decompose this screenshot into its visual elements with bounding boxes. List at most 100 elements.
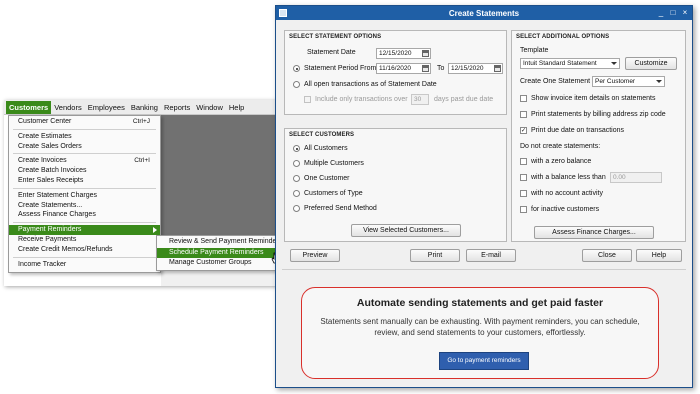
menu-item-enter-statement-charges[interactable]: Enter Statement Charges: [9, 191, 160, 201]
overdue-checkbox[interactable]: [304, 96, 311, 103]
overdue-suffix: days past due date: [434, 96, 494, 103]
menu-item-income-tracker[interactable]: Income Tracker: [9, 260, 160, 270]
preferred-send-method-radio[interactable]: [293, 205, 300, 212]
preview-button[interactable]: Preview: [290, 249, 340, 262]
balance-less-than-checkbox[interactable]: [520, 174, 527, 181]
customize-button[interactable]: Customize: [625, 57, 677, 70]
calendar-icon[interactable]: [422, 50, 429, 57]
calendar-icon[interactable]: [422, 65, 429, 72]
workspace-background: [161, 115, 280, 240]
print-button[interactable]: Print: [410, 249, 460, 262]
menu-item-create-batch-invoices[interactable]: Create Batch Invoices: [9, 166, 160, 176]
menu-item-receive-payments[interactable]: Receive Payments: [9, 235, 160, 245]
menu-help[interactable]: Help: [226, 101, 247, 114]
menu-reports[interactable]: Reports: [161, 101, 193, 114]
open-transactions-label: All open transactions as of Statement Da…: [304, 81, 437, 88]
to-label: To: [437, 65, 445, 72]
window-title: Create Statements: [448, 8, 520, 18]
preferred-send-method-label: Preferred Send Method: [304, 205, 377, 212]
promo-heading: Automate sending statements and get paid…: [356, 297, 604, 309]
submenu-item-review-send[interactable]: Review & Send Payment Reminders: [157, 237, 282, 248]
menu-item-label: Create Credit Memos/Refunds: [18, 245, 113, 253]
period-radio[interactable]: [293, 65, 300, 72]
help-button[interactable]: Help: [636, 249, 682, 262]
menu-item-label: Assess Finance Charges: [18, 211, 96, 219]
zero-balance-checkbox[interactable]: [520, 158, 527, 165]
show-item-details-label: Show invoice item details on statements: [531, 95, 656, 102]
additional-options-panel: SELECT ADDITIONAL OPTIONS Template Intui…: [511, 30, 686, 242]
view-selected-customers-button[interactable]: View Selected Customers...: [351, 224, 461, 237]
menu-divider: [13, 187, 156, 189]
maximize-icon[interactable]: □: [668, 8, 678, 18]
field-value: 11/16/2020: [379, 65, 412, 72]
template-label: Template: [520, 47, 549, 54]
menu-item-payment-reminders[interactable]: Payment Reminders: [9, 225, 160, 235]
menu-customers[interactable]: Customers: [6, 100, 52, 114]
template-select[interactable]: Intuit Standard Statement: [520, 58, 620, 69]
minimize-icon[interactable]: _: [656, 8, 666, 18]
one-statement-select[interactable]: Per Customer: [592, 76, 665, 87]
payment-reminders-submenu: Review & Send Payment Reminders Schedule…: [156, 235, 282, 271]
one-customer-radio[interactable]: [293, 175, 300, 182]
inactive-customers-checkbox[interactable]: [520, 206, 527, 213]
submenu-item-schedule[interactable]: Schedule Payment Reminders: [157, 247, 281, 258]
period-label: Statement Period From: [304, 65, 377, 72]
promo-body: Statements sent manually can be exhausti…: [320, 317, 640, 337]
menu-item-label: Enter Sales Receipts: [18, 176, 84, 184]
menu-item-label: Income Tracker: [18, 260, 67, 268]
menu-item-label: Create Statements...: [18, 201, 83, 209]
go-to-payment-reminders-button[interactable]: Go to payment reminders: [439, 352, 529, 370]
submenu-item-manage-groups[interactable]: Manage Customer Groups: [157, 258, 281, 269]
menu-item-label: Create Estimates: [18, 132, 72, 140]
statement-date-label: Statement Date: [307, 49, 356, 56]
balance-less-than-label: with a balance less than: [531, 174, 606, 181]
menu-item-create-statements[interactable]: Create Statements...: [9, 201, 160, 211]
assess-finance-charges-button[interactable]: Assess Finance Charges...: [534, 226, 654, 239]
period-to-field[interactable]: 12/15/2020: [448, 63, 503, 74]
menu-item-label: Create Invoices: [18, 157, 67, 165]
menu-item-customer-center[interactable]: Customer Center Ctrl+J: [9, 117, 160, 127]
zip-code-checkbox[interactable]: [520, 111, 527, 118]
payment-reminders-promo: Automate sending statements and get paid…: [301, 287, 659, 379]
menu-item-label: Create Sales Orders: [18, 142, 82, 150]
no-activity-checkbox[interactable]: [520, 190, 527, 197]
title-bar: Create Statements _ □ ×: [276, 6, 692, 20]
close-icon[interactable]: ×: [680, 8, 690, 18]
open-transactions-radio[interactable]: [293, 81, 300, 88]
calendar-icon[interactable]: [494, 65, 501, 72]
show-item-details-checkbox[interactable]: [520, 95, 527, 102]
statement-date-field[interactable]: 12/15/2020: [376, 48, 431, 59]
inactive-customers-label: for inactive customers: [531, 206, 600, 213]
menu-item-create-invoices[interactable]: Create Invoices Ctrl+I: [9, 156, 160, 166]
due-date-checkbox[interactable]: ✓: [520, 127, 527, 134]
statement-options-panel: SELECT STATEMENT OPTIONS Statement Date …: [284, 30, 507, 115]
menu-banking[interactable]: Banking: [128, 101, 161, 114]
menu-divider: [13, 222, 156, 224]
zip-code-label: Print statements by billing address zip …: [531, 111, 666, 118]
window-app-icon: [279, 9, 287, 17]
menu-item-enter-sales-receipts[interactable]: Enter Sales Receipts: [9, 176, 160, 186]
menu-item-label: Payment Reminders: [18, 226, 82, 234]
menu-item-label: Enter Statement Charges: [18, 191, 97, 199]
select-value: Intuit Standard Statement: [523, 60, 597, 67]
menu-item-create-credit-memos[interactable]: Create Credit Memos/Refunds: [9, 245, 160, 255]
customers-of-type-radio[interactable]: [293, 190, 300, 197]
due-date-label: Print due date on transactions: [531, 127, 625, 134]
section-label: SELECT CUSTOMERS: [289, 132, 355, 138]
balance-threshold-field[interactable]: 0.00: [610, 172, 662, 183]
period-from-field[interactable]: 11/16/2020: [376, 63, 431, 74]
email-button[interactable]: E-mail: [466, 249, 516, 262]
menu-divider: [13, 256, 156, 258]
menu-item-create-estimates[interactable]: Create Estimates: [9, 132, 160, 142]
menu-window[interactable]: Window: [193, 101, 226, 114]
menu-bar: Customers Vendors Employees Banking Repo…: [4, 100, 280, 115]
menu-item-assess-finance-charges[interactable]: Assess Finance Charges: [9, 210, 160, 220]
menu-vendors[interactable]: Vendors: [51, 101, 85, 114]
overdue-days-field[interactable]: 30: [411, 94, 429, 105]
menu-item-label: Create Batch Invoices: [18, 167, 87, 175]
menu-item-create-sales-orders[interactable]: Create Sales Orders: [9, 142, 160, 152]
menu-employees[interactable]: Employees: [85, 101, 128, 114]
multiple-customers-radio[interactable]: [293, 160, 300, 167]
close-button[interactable]: Close: [582, 249, 632, 262]
all-customers-radio[interactable]: [293, 145, 300, 152]
